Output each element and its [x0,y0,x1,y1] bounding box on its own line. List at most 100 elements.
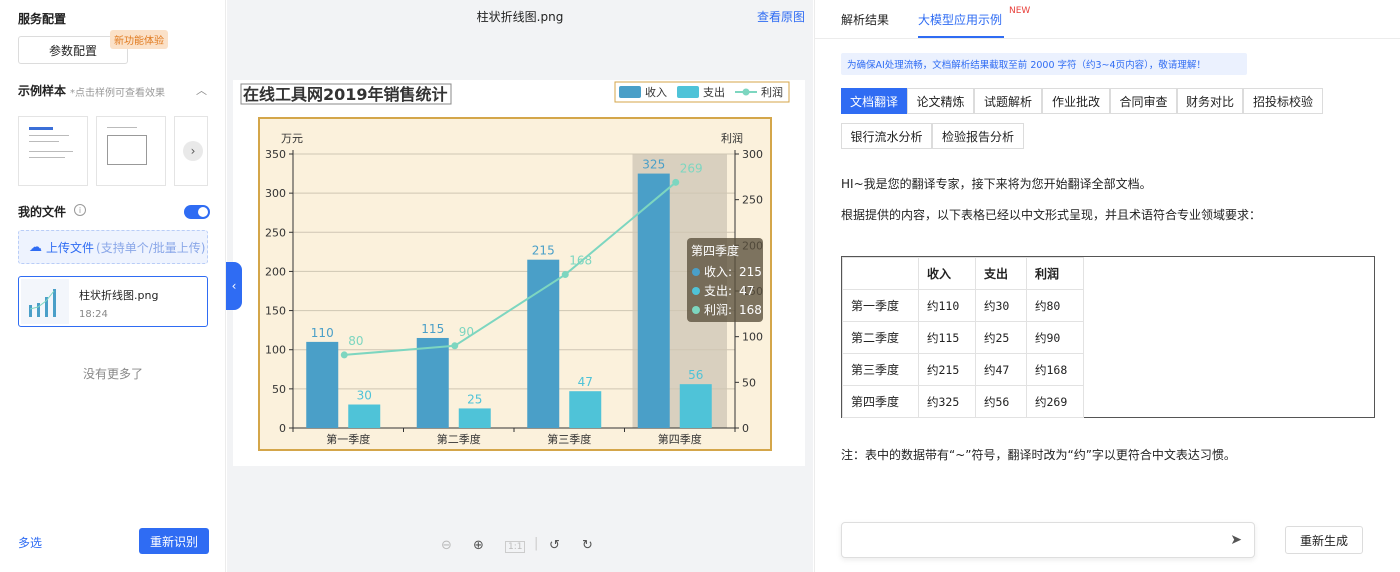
bar-data-label: 325 [642,158,665,172]
multi-select-link[interactable]: 多选 [18,534,42,551]
table-cell: 约269 [1026,385,1084,418]
tab-llm-examples[interactable]: 大模型应用示例 [918,11,1002,28]
x-tick-label: 第二季度 [437,432,481,446]
collapse-panel-button[interactable]: ‹ [226,262,242,310]
image-canvas: 在线工具网2019年销售统计 收入 支出 利润 0 50 100 150 200 250 300 35… [233,80,805,466]
bar-data-label: 215 [532,244,555,258]
file-thumbnail [21,279,69,324]
table-row: 第四季度 约325 约56 约269 [842,385,1084,418]
lead-text: 根据提供的内容，以下表格已经以中文形式呈现，并且术语符合专业领域要求： [841,208,1262,222]
result-tabs: 解析结果 大模型应用示例 NEW [815,0,1400,39]
x-tick-label: 第一季度 [326,432,370,446]
bar-data-label: 115 [421,322,444,336]
table-cell: 约168 [1026,353,1084,386]
tooltip-label: 收入: [704,265,732,279]
upload-area[interactable]: ☁ 上传文件 (支持单个/批量上传) [18,230,208,264]
bar-data-label: 110 [311,326,334,340]
toolbar-divider: | [534,536,539,551]
func-paper-refine[interactable]: 论文精炼 [907,88,974,114]
legend-label: 支出 [703,85,725,99]
table-header-cell: 支出 [975,257,1027,290]
regenerate-button[interactable]: 重新生成 [1285,526,1363,554]
tooltip-marker [692,268,700,276]
y-right-axis-label: 利润 [721,131,743,145]
table-header-row: 收入 支出 利润 [842,257,1084,290]
upload-cloud-icon: ☁ [29,239,42,255]
tooltip-value: 47 [739,284,754,298]
chart: 在线工具网2019年销售统计 收入 支出 利润05010015020025030035… [240,81,790,451]
file-title: 柱状折线图.png [476,10,564,24]
samples-title: 示例样本 [18,84,67,98]
table-cell: 约30 [975,289,1027,322]
sample-thumbnail[interactable] [18,116,88,186]
bar-支出 [348,404,381,428]
table-cell: 第四季度 [842,385,919,418]
y-right-tick-label: 100 [742,331,763,344]
table-cell: 约47 [975,353,1027,386]
legend-label: 收入 [645,85,667,99]
reidentify-button[interactable]: 重新识别 [139,528,209,554]
y-left-tick-label: 200 [265,265,286,278]
y-right-tick-label: 250 [742,194,763,207]
rotate-right-icon[interactable]: ↻ [582,538,593,553]
func-question-analysis[interactable]: 试题解析 [974,88,1042,114]
rotate-left-icon[interactable]: ↺ [549,538,560,553]
y-left-tick-label: 300 [265,187,286,200]
view-original-link[interactable]: 查看原图 [757,8,805,25]
y-right-tick-label: 0 [742,422,749,435]
chevron-right-icon[interactable]: › [183,141,203,161]
upload-label: 上传文件 [46,240,95,255]
no-more-label: 没有更多了 [82,367,143,381]
bar-收入 [527,259,560,428]
tooltip-value: 215 [739,265,762,279]
sample-thumbnail[interactable] [96,116,166,186]
func-contract-review[interactable]: 合同审查 [1110,88,1177,114]
func-bid-check[interactable]: 招投标校验 [1243,88,1323,114]
zoom-in-icon[interactable]: ⊕ [473,538,484,553]
func-finance-compare[interactable]: 财务对比 [1177,88,1243,114]
send-icon[interactable]: ➤ [1230,532,1242,548]
bar-data-label: 25 [467,392,482,406]
y-left-axis-label: 万元 [281,132,303,145]
func-bank-statement[interactable]: 银行流水分析 [841,123,932,149]
func-doc-translate[interactable]: 文档翻译 [841,88,907,114]
func-homework-grading[interactable]: 作业批改 [1042,88,1110,114]
y-right-tick-label: 50 [742,376,756,389]
table-row: 第二季度 约115 约25 约90 [842,321,1084,354]
table-cell: 约90 [1026,321,1084,354]
bar-支出 [679,384,712,428]
bar-支出 [458,408,491,428]
info-icon[interactable]: i [74,204,86,216]
my-files-toggle[interactable] [184,205,210,219]
actual-size-icon[interactable]: 1:1 [505,541,526,553]
table-cell: 约25 [975,321,1027,354]
samples-hint: *点击样例可查看效果 [70,88,165,99]
translation-table: 收入 支出 利润 第一季度 约110 约30 约80 第二季度 约115 约25… [841,256,1375,418]
x-tick-label: 第四季度 [658,432,702,446]
result-table: 收入 支出 利润 第一季度 约110 约30 约80 第二季度 约115 约25… [842,257,1084,418]
y-right-tick-label: 300 [742,148,763,161]
func-inspection-report[interactable]: 检验报告分析 [932,123,1024,149]
table-cell: 约80 [1026,289,1084,322]
zoom-out-icon[interactable]: ⊖ [441,538,452,553]
table-header-cell: 收入 [918,257,976,290]
note-text: 注：表中的数据带有“~”符号，翻译时改为“约”字以更符合中文表达习惯。 [841,448,1236,462]
chevron-up-icon[interactable]: ︿ [196,82,207,98]
new-badge: NEW [1009,6,1031,16]
tooltip-label: 支出: [704,284,732,298]
table-cell: 约115 [918,321,976,354]
legend-marker [742,88,750,96]
tab-parse-result[interactable]: 解析结果 [841,11,889,28]
chat-input[interactable]: ➤ [841,522,1255,558]
legend-label: 利润 [761,85,783,99]
table-cell: 约325 [918,385,976,418]
x-tick-label: 第三季度 [547,432,591,446]
bar-data-label: 47 [578,375,593,389]
left-panel: 服务配置 参数配置 新功能体验 示例样本 *点击样例可查看效果 ︿ › 我的文件… [0,0,226,572]
preview-panel: 柱状折线图.png 查看原图 在线工具网2019年销售统计 收入 支出 利润 0 50 10… [227,0,813,572]
file-thumbnail-chart [29,289,56,317]
service-config-title: 服务配置 [18,12,67,26]
legend-swatch [677,86,699,98]
y-left-tick-label: 50 [272,383,286,396]
file-card[interactable]: 柱状折线图.png 18:24 [18,276,208,327]
